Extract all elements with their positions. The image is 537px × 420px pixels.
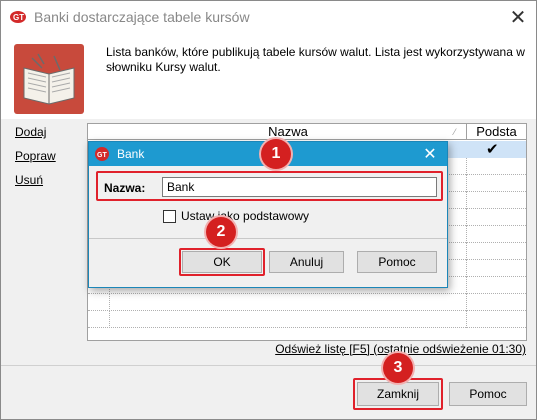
- sort-indicator-icon: ⁄: [454, 127, 456, 137]
- grid-header: Nazwa ⁄ Podsta: [88, 124, 526, 140]
- close-icon[interactable]: ✕: [422, 144, 438, 164]
- table-row[interactable]: [88, 311, 526, 328]
- app-logo-icon: GT: [10, 11, 26, 23]
- name-field[interactable]: Bank: [162, 177, 437, 197]
- dialog-body: Nazwa: Bank Ustaw jako podstawowy: [89, 166, 447, 238]
- side-actions: Dodaj Popraw Usuń: [15, 125, 56, 197]
- window-title: Banki dostarczające tabele kursów: [34, 9, 250, 25]
- dialog-title: Bank: [117, 147, 145, 161]
- name-label: Nazwa:: [104, 181, 146, 195]
- step-badge-2: 2: [206, 217, 236, 247]
- help-button[interactable]: Pomoc: [449, 382, 527, 406]
- edit-link[interactable]: Popraw: [15, 149, 56, 163]
- ok-button[interactable]: OK: [182, 251, 262, 273]
- close-icon[interactable]: ✕: [508, 5, 528, 30]
- add-link[interactable]: Dodaj: [15, 125, 56, 139]
- default-checkbox[interactable]: [163, 210, 176, 223]
- table-row[interactable]: [88, 294, 526, 311]
- step-badge-1: 1: [261, 139, 291, 169]
- step-badge-3: 3: [383, 353, 413, 383]
- delete-link[interactable]: Usuń: [15, 173, 56, 187]
- dialog-help-button[interactable]: Pomoc: [357, 251, 437, 273]
- header-description: Lista banków, które publikują tabele kur…: [106, 45, 525, 74]
- dialog-footer: OK Anuluj Pomoc: [89, 239, 447, 287]
- header-panel: Lista banków, które publikują tabele kur…: [1, 33, 536, 119]
- footer-divider: [1, 365, 536, 366]
- main-window: GT Banki dostarczające tabele kursów ✕ L…: [0, 0, 537, 420]
- svg-text:GT: GT: [97, 152, 107, 159]
- cancel-button[interactable]: Anuluj: [269, 251, 344, 273]
- open-book-icon: [14, 44, 84, 114]
- default-checkbox-label[interactable]: Ustaw jako podstawowy: [181, 209, 309, 223]
- column-header-default[interactable]: Podsta: [466, 124, 526, 140]
- checkmark-icon: ✔: [486, 141, 499, 158]
- app-logo-icon: GT: [95, 147, 109, 161]
- column-header-name[interactable]: Nazwa: [110, 124, 466, 140]
- svg-text:GT: GT: [13, 13, 24, 22]
- window-titlebar: GT Banki dostarczające tabele kursów ✕: [1, 1, 536, 33]
- close-button[interactable]: Zamknij: [357, 382, 439, 406]
